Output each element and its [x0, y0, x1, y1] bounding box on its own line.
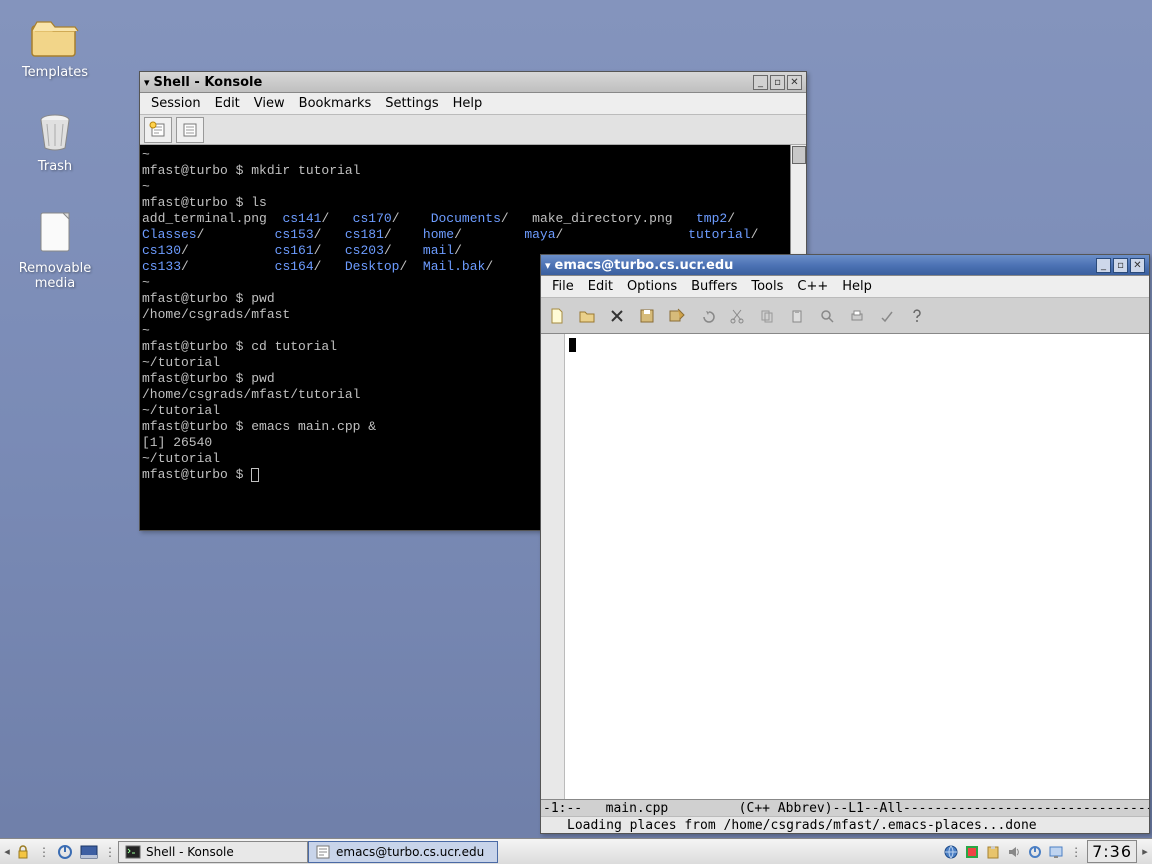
- close-button[interactable]: ✕: [787, 75, 802, 90]
- desktop-icon-label: Trash: [10, 159, 100, 174]
- menu-bookmarks[interactable]: Bookmarks: [292, 96, 379, 111]
- copy-icon[interactable]: [757, 306, 777, 326]
- spellcheck-icon[interactable]: [877, 306, 897, 326]
- desktop-icon-trash[interactable]: Trash: [10, 112, 100, 174]
- emacs-fringe: [541, 334, 565, 799]
- minimize-button[interactable]: _: [753, 75, 768, 90]
- save-icon[interactable]: [637, 306, 657, 326]
- close-button[interactable]: ✕: [1130, 258, 1145, 273]
- menu-help[interactable]: Help: [446, 96, 490, 111]
- separator: ⋮: [36, 845, 52, 859]
- emacs-menubar: File Edit Options Buffers Tools C++ Help: [541, 276, 1149, 298]
- print-icon[interactable]: [847, 306, 867, 326]
- network-tray-icon[interactable]: [942, 843, 960, 861]
- clock[interactable]: 7:36: [1087, 840, 1137, 863]
- maximize-button[interactable]: ▫: [770, 75, 785, 90]
- clipboard-tray-icon[interactable]: [984, 843, 1002, 861]
- maximize-button[interactable]: ▫: [1113, 258, 1128, 273]
- emacs-window: ▾ emacs@turbo.cs.ucr.edu _ ▫ ✕ File Edit…: [540, 254, 1150, 834]
- volume-tray-icon[interactable]: [1005, 843, 1023, 861]
- menu-options[interactable]: Options: [620, 279, 684, 294]
- minimize-button[interactable]: _: [1096, 258, 1111, 273]
- emacs-echo-area: Loading places from /home/csgrads/mfast/…: [541, 816, 1149, 833]
- show-desktop-icon[interactable]: [78, 841, 100, 863]
- tab-list-button[interactable]: [176, 117, 204, 143]
- close-file-icon[interactable]: [607, 306, 627, 326]
- find-icon[interactable]: [817, 306, 837, 326]
- cut-icon[interactable]: [727, 306, 747, 326]
- konsole-titlebar[interactable]: ▾ Shell - Konsole _ ▫ ✕: [140, 72, 806, 93]
- taskbar: ◂ ⋮ ⋮ Shell - Konsole emacs@turbo.cs.ucr…: [0, 838, 1152, 864]
- lock-screen-icon[interactable]: [12, 841, 34, 863]
- menu-help[interactable]: Help: [835, 279, 879, 294]
- menu-settings[interactable]: Settings: [378, 96, 445, 111]
- panel-right-arrow[interactable]: ▸: [1140, 845, 1150, 858]
- konsole-menubar: Session Edit View Bookmarks Settings Hel…: [140, 93, 806, 115]
- panel-left-arrow[interactable]: ◂: [2, 845, 12, 858]
- konsole-title: Shell - Konsole: [154, 75, 753, 90]
- display-tray-icon[interactable]: [1047, 843, 1065, 861]
- desktop-icon-removable-media[interactable]: Removable media: [10, 210, 100, 291]
- menu-tools[interactable]: Tools: [744, 279, 790, 294]
- task-label: emacs@turbo.cs.ucr.edu: [336, 845, 484, 859]
- open-file-icon[interactable]: [577, 306, 597, 326]
- emacs-titlebar[interactable]: ▾ emacs@turbo.cs.ucr.edu _ ▫ ✕: [541, 255, 1149, 276]
- window-menu-icon[interactable]: ▾: [545, 259, 551, 272]
- save-as-icon[interactable]: [667, 306, 687, 326]
- window-menu-icon[interactable]: ▾: [144, 76, 150, 89]
- desktop-icon-templates[interactable]: Templates: [10, 18, 100, 80]
- menu-buffers[interactable]: Buffers: [684, 279, 744, 294]
- task-label: Shell - Konsole: [146, 845, 234, 859]
- task-emacs[interactable]: emacs@turbo.cs.ucr.edu: [308, 841, 498, 863]
- separator: ⋮: [102, 845, 118, 859]
- menu-view[interactable]: View: [247, 96, 292, 111]
- menu-session[interactable]: Session: [144, 96, 208, 111]
- new-file-icon[interactable]: [547, 306, 567, 326]
- power-tray-icon[interactable]: [1026, 843, 1044, 861]
- separator: ⋮: [1068, 845, 1084, 859]
- paste-icon[interactable]: [787, 306, 807, 326]
- update-tray-icon[interactable]: [963, 843, 981, 861]
- emacs-cursor: [569, 338, 576, 352]
- folder-icon: [31, 18, 79, 61]
- menu-edit[interactable]: Edit: [581, 279, 620, 294]
- terminal-icon: [125, 844, 141, 860]
- emacs-modeline[interactable]: -1:-- main.cpp (C++ Abbrev)--L1--All----…: [541, 799, 1149, 816]
- logout-icon[interactable]: [54, 841, 76, 863]
- emacs-title: emacs@turbo.cs.ucr.edu: [555, 258, 1096, 273]
- media-icon: [35, 210, 75, 257]
- new-tab-button[interactable]: [144, 117, 172, 143]
- menu-cpp[interactable]: C++: [790, 279, 835, 294]
- trash-icon: [35, 112, 75, 155]
- menu-file[interactable]: File: [545, 279, 581, 294]
- desktop-icon-label: Templates: [10, 65, 100, 80]
- undo-icon[interactable]: [697, 306, 717, 326]
- konsole-toolbar: [140, 115, 806, 145]
- emacs-buffer[interactable]: [541, 334, 1149, 799]
- menu-edit[interactable]: Edit: [208, 96, 247, 111]
- desktop-icon-label: Removable media: [10, 261, 100, 291]
- task-konsole[interactable]: Shell - Konsole: [118, 841, 308, 863]
- emacs-toolbar: [541, 298, 1149, 334]
- emacs-app-icon: [315, 844, 331, 860]
- help-icon[interactable]: [907, 306, 927, 326]
